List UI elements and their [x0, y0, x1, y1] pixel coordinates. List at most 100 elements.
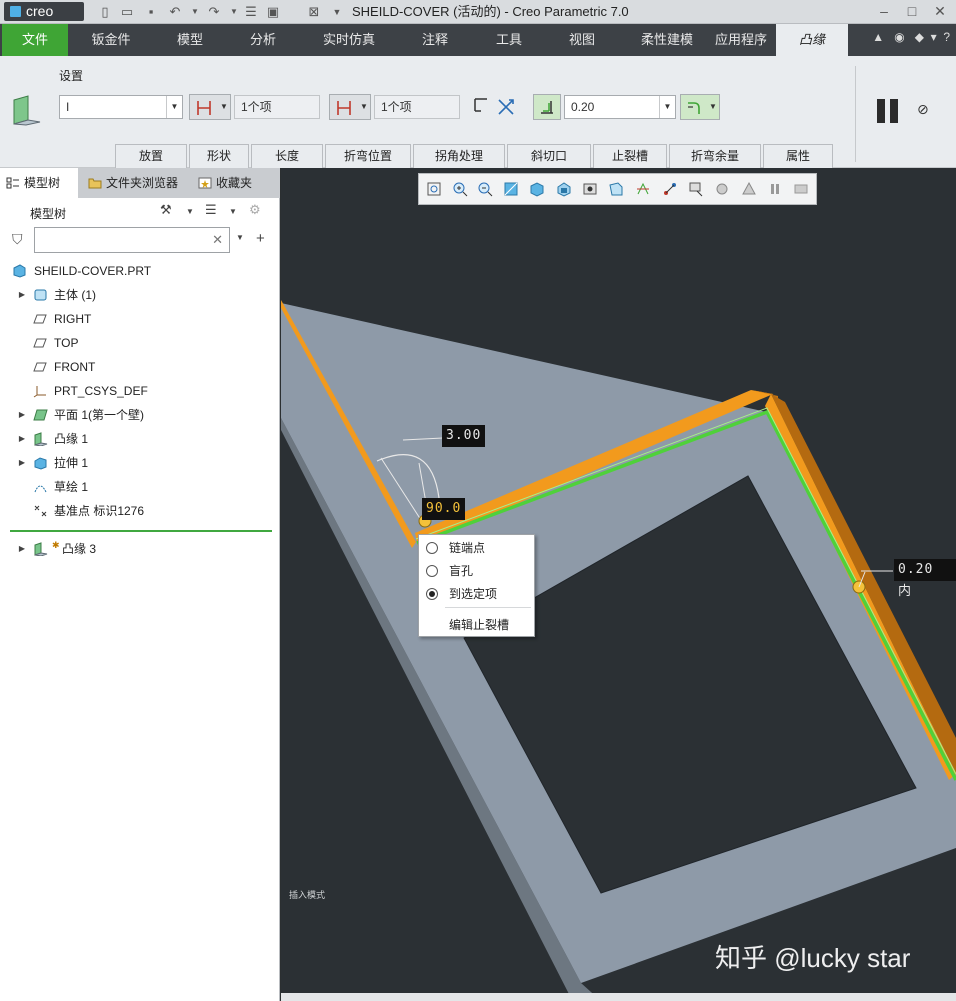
zoom-in-icon[interactable] [452, 181, 468, 197]
thickness-dimension[interactable]: 0.20 内 [894, 559, 956, 599]
tree-item-sketch-1[interactable]: 草绘 1 [0, 476, 280, 498]
perspective-view-icon[interactable] [608, 181, 624, 197]
add-filter-icon[interactable]: + [256, 230, 265, 247]
tab-file[interactable]: 文件 [2, 24, 68, 56]
graphics-window[interactable]: 3.00 90.0 0.20 内 链端点 盲孔 到选定项 编辑止裂槽 插入模式 … [281, 168, 956, 1001]
undo-icon[interactable]: ↶ [166, 3, 184, 21]
chevron-down-icon[interactable]: ▼ [707, 95, 719, 119]
chevron-down-icon[interactable]: ▼ [358, 95, 370, 119]
help-dropdown-icon[interactable]: ▾ [931, 30, 937, 44]
flange-shape-combo[interactable]: I ▼ [59, 95, 183, 119]
zoom-out-icon[interactable] [477, 181, 493, 197]
tree-search-input[interactable]: ✕ [34, 227, 230, 253]
subtab-length[interactable]: 长度 [251, 144, 323, 168]
length-type-button-1[interactable]: ▼ [189, 94, 231, 120]
display-style-icon[interactable] [529, 181, 545, 197]
expand-icon[interactable]: ▶ [17, 404, 27, 426]
collapse-ribbon-icon[interactable]: ▲ [872, 30, 884, 44]
learning-icon[interactable]: ◆ [915, 30, 924, 44]
thickness-combo[interactable]: 0.20 ▼ [564, 95, 676, 119]
chevron-down-icon[interactable]: ▼ [229, 207, 237, 216]
insert-indicator[interactable] [10, 530, 272, 532]
point-display-icon[interactable] [688, 181, 704, 197]
annotation-display-icon[interactable] [741, 181, 757, 197]
tab-analysis[interactable]: 分析 [233, 24, 293, 56]
close-window-icon[interactable]: ⊠ [305, 3, 323, 21]
new-file-icon[interactable]: ▯ [96, 3, 114, 21]
angle-dimension[interactable]: 90.0 [422, 498, 466, 520]
maximize-button[interactable]: □ [898, 0, 926, 24]
tab-tools[interactable]: 工具 [479, 24, 539, 56]
tab-flexible-modeling[interactable]: 柔性建模 [632, 24, 702, 56]
reference-2-field[interactable]: 1个项 [374, 95, 460, 119]
tab-model[interactable]: 模型 [160, 24, 220, 56]
menu-item-to-selected[interactable]: 到选定项 [419, 583, 534, 605]
tree-item-extrude-1[interactable]: ▶ 拉伸 1 [0, 452, 280, 474]
tab-sheetmetal[interactable]: 钣金件 [80, 24, 142, 56]
tab-favorites[interactable]: 收藏夹 [192, 168, 272, 198]
subtab-relief[interactable]: 止裂槽 [593, 144, 667, 168]
subtab-properties[interactable]: 属性 [763, 144, 833, 168]
tree-item-body[interactable]: ▶ 主体 (1) [0, 284, 280, 306]
subtab-corner-treatment[interactable]: 拐角处理 [413, 144, 505, 168]
tab-flange[interactable]: 凸缘 [776, 24, 848, 56]
tree-item-top-plane[interactable]: TOP [0, 332, 280, 354]
pause-animation-icon[interactable] [767, 181, 783, 197]
expand-icon[interactable]: ▶ [17, 452, 27, 474]
spin-center-icon[interactable] [793, 181, 809, 197]
subtab-placement[interactable]: 放置 [115, 144, 187, 168]
tab-applications[interactable]: 应用程序 [708, 24, 774, 56]
saved-orientations-icon[interactable] [556, 181, 572, 197]
axis-display-icon[interactable] [662, 181, 678, 197]
tree-item-right-plane[interactable]: RIGHT [0, 308, 280, 330]
tree-item-root[interactable]: SHEILD-COVER.PRT [0, 260, 280, 282]
thickness-side-button[interactable] [533, 94, 561, 120]
tree-item-front-plane[interactable]: FRONT [0, 356, 280, 378]
clear-search-icon[interactable]: ✕ [212, 232, 223, 248]
undo-dropdown-icon[interactable]: ▼ [186, 3, 204, 21]
tab-annotate[interactable]: 注释 [405, 24, 465, 56]
redo-dropdown-icon[interactable]: ▼ [225, 3, 243, 21]
minimize-button[interactable]: – [870, 0, 898, 24]
tab-view[interactable]: 视图 [552, 24, 612, 56]
chevron-down-icon[interactable]: ▼ [166, 96, 182, 118]
tree-item-flange-1[interactable]: ▶ 凸缘 1 [0, 428, 280, 450]
subtab-miter-cut[interactable]: 斜切口 [507, 144, 591, 168]
subtab-bend-allowance[interactable]: 折弯余量 [669, 144, 761, 168]
expand-icon[interactable]: ▶ [17, 428, 27, 450]
reference-1-field[interactable]: 1个项 [234, 95, 320, 119]
bend-radius-button[interactable]: ▼ [680, 94, 720, 120]
open-folder-icon[interactable]: ▭ [118, 3, 136, 21]
refit-icon[interactable] [426, 181, 442, 197]
datum-display-icon[interactable] [635, 181, 651, 197]
close-button[interactable]: ✕ [926, 0, 954, 24]
tree-filter-settings-icon[interactable]: ⚙ [249, 202, 261, 218]
save-icon[interactable]: ▪ [142, 3, 160, 21]
tab-live-simulation[interactable]: 实时仿真 [310, 24, 388, 56]
view-manager-icon[interactable] [582, 181, 598, 197]
menu-item-edit-relief[interactable]: 编辑止裂槽 [419, 614, 534, 636]
chevron-down-icon[interactable]: ▼ [236, 233, 244, 242]
tree-item-flange-3[interactable]: ▶ ✱ 凸缘 3 [0, 538, 280, 560]
tree-item-csys[interactable]: PRT_CSYS_DEF [0, 380, 280, 402]
chevron-down-icon[interactable]: ▼ [659, 96, 675, 118]
csys-display-icon[interactable] [714, 181, 730, 197]
repaint-icon[interactable] [503, 181, 519, 197]
length-type-button-2[interactable]: ▼ [329, 94, 371, 120]
subtab-shape[interactable]: 形状 [189, 144, 249, 168]
tab-folder-browser[interactable]: 文件夹浏览器 [82, 168, 190, 198]
sheetmetal-model[interactable] [281, 168, 956, 1001]
pause-button[interactable] [877, 99, 901, 123]
profile-icon[interactable] [472, 96, 492, 116]
chevron-down-icon[interactable]: ▼ [218, 95, 230, 119]
regenerate-icon[interactable]: ☰ [242, 3, 260, 21]
qat-dropdown-icon[interactable]: ▼ [328, 3, 346, 21]
redo-icon[interactable]: ↷ [205, 3, 223, 21]
menu-item-blind[interactable]: 盲孔 [419, 560, 534, 582]
help-icon[interactable]: ? [943, 30, 950, 44]
chevron-down-icon[interactable]: ▼ [186, 207, 194, 216]
expand-icon[interactable]: ▶ [17, 284, 27, 306]
flip-direction-icon[interactable] [495, 96, 517, 118]
tree-item-datum-point[interactable]: 基准点 标识1276 [0, 500, 280, 522]
tree-item-planar-wall[interactable]: ▶ 平面 1(第一个壁) [0, 404, 280, 426]
